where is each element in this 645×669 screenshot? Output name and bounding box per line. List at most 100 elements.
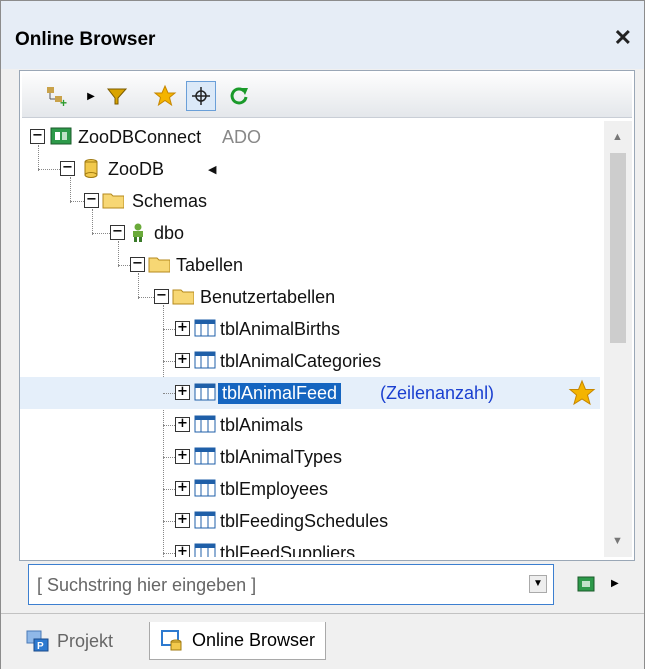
schemas-label: Schemas <box>132 191 208 211</box>
tree-connector <box>118 265 130 266</box>
collapse-icon[interactable]: − <box>84 193 99 208</box>
table-row[interactable]: + tblFeedSuppliers <box>20 537 600 557</box>
table-row[interactable]: + tblAnimalTypes <box>20 441 600 473</box>
filter-icon <box>106 88 128 105</box>
title-bar: Online Browser ✕ <box>1 1 644 69</box>
tree-connector <box>138 297 154 298</box>
tree-connector <box>163 329 175 330</box>
svg-text:P: P <box>37 641 44 652</box>
tree-row-user-tables[interactable]: − Benutzertabellen <box>20 281 600 313</box>
table-row[interactable]: + tblEmployees <box>20 473 600 505</box>
window-title: Online Browser <box>15 29 156 50</box>
table-row[interactable]: + tblFeedingSchedules <box>20 505 600 537</box>
folder-icon <box>102 193 124 209</box>
tree-row-connection[interactable]: − ZooDBConnect ADO <box>20 121 600 153</box>
tree-connector <box>38 169 60 170</box>
table-row[interactable]: + tblAnimals <box>20 409 600 441</box>
expand-icon[interactable]: + <box>175 353 190 368</box>
table-name: tblAnimalCategories <box>220 351 382 371</box>
tree-row-schemas[interactable]: − Schemas <box>20 185 600 217</box>
add-connection-button[interactable]: + <box>42 81 72 111</box>
table-name: tblEmployees <box>220 479 329 499</box>
row-count-link[interactable]: (Zeilenanzahl) <box>380 383 494 404</box>
table-icon <box>194 511 216 529</box>
search-input[interactable]: [ Suchstring hier eingeben ] ▼ <box>28 564 554 605</box>
expand-icon[interactable]: + <box>175 513 190 528</box>
tab-online-browser[interactable]: Online Browser <box>149 622 327 660</box>
browser-panel: + ▶ − ZooDBConnect ADO − ZooDB ◀ − Schem… <box>19 70 635 561</box>
project-icon: P <box>26 630 49 652</box>
collapse-icon[interactable]: − <box>110 225 125 240</box>
scroll-up-icon[interactable]: ▲ <box>612 131 623 143</box>
star-icon <box>153 84 177 107</box>
toolbar: + ▶ <box>22 73 632 118</box>
crosshair-icon <box>192 87 210 105</box>
table-name: tblAnimalBirths <box>220 319 341 339</box>
favorites-button[interactable] <box>150 81 180 111</box>
table-row[interactable]: + tblAnimalBirths <box>20 313 600 345</box>
table-name: tblAnimalFeed <box>218 383 342 404</box>
refresh-button[interactable] <box>224 81 254 111</box>
table-icon <box>194 479 216 497</box>
svg-text:+: + <box>60 96 67 107</box>
tree-connector <box>163 457 175 458</box>
tree-row-tables[interactable]: − Tabellen <box>20 249 600 281</box>
user-tables-label: Benutzertabellen <box>200 287 336 307</box>
collapse-icon[interactable]: − <box>154 289 169 304</box>
connection-type: ADO <box>222 127 262 147</box>
online-browser-icon <box>161 629 182 650</box>
filter-button[interactable] <box>102 81 132 111</box>
collapse-icon[interactable]: − <box>30 129 45 144</box>
tab-online-browser-label: Online Browser <box>192 630 316 650</box>
close-icon[interactable]: ✕ <box>614 25 632 51</box>
tree-connector <box>70 201 84 202</box>
table-icon <box>194 415 216 433</box>
table-name: tblAnimalTypes <box>220 447 343 467</box>
expand-icon[interactable]: + <box>175 481 190 496</box>
tree-row-database[interactable]: − ZooDB ◀ <box>20 153 600 185</box>
table-name: tblAnimals <box>220 415 304 435</box>
schema-user-icon <box>133 223 143 242</box>
table-icon <box>194 319 216 337</box>
tree-connector <box>163 521 175 522</box>
expand-icon[interactable]: + <box>175 449 190 464</box>
tables-label: Tabellen <box>176 255 244 275</box>
add-connection-icon: + <box>47 87 67 107</box>
search-dropdown-icon[interactable]: ▼ <box>529 575 547 593</box>
database-arrow-icon[interactable]: ◀ <box>208 163 216 176</box>
table-icon <box>194 351 216 369</box>
expand-icon[interactable]: + <box>175 385 190 400</box>
table-icon <box>194 543 216 557</box>
online-browser-window: Online Browser ✕ + ▶ − ZooDBConnect ADO … <box>0 0 645 669</box>
more-arrow-icon[interactable]: ▶ <box>611 578 619 589</box>
table-name: tblFeedSuppliers <box>220 543 356 557</box>
vertical-scrollbar[interactable]: ▲ ▼ <box>604 121 632 557</box>
expand-icon[interactable]: + <box>175 417 190 432</box>
folder-icon <box>148 257 170 273</box>
collapse-icon[interactable]: − <box>60 161 75 176</box>
tree-connector <box>92 233 110 234</box>
tree-connector <box>163 425 175 426</box>
tree-connector <box>163 361 175 362</box>
table-icon <box>194 383 216 401</box>
connection-name: ZooDBConnect <box>78 127 202 147</box>
folder-icon <box>172 289 194 305</box>
collapse-icon[interactable]: − <box>130 257 145 272</box>
tab-project[interactable]: P Projekt <box>15 622 123 660</box>
connection-icon <box>50 127 72 145</box>
locate-button[interactable] <box>186 81 216 111</box>
table-row[interactable]: + tblAnimalCategories <box>20 345 600 377</box>
table-icon <box>194 447 216 465</box>
expand-icon[interactable]: + <box>175 321 190 336</box>
connection-toggle-icon[interactable] <box>577 575 595 593</box>
favorite-star-icon[interactable] <box>568 379 596 407</box>
search-placeholder: [ Suchstring hier eingeben ] <box>37 575 257 595</box>
scroll-down-icon[interactable]: ▼ <box>612 535 623 547</box>
tab-project-label: Projekt <box>57 630 114 651</box>
schema-name: dbo <box>154 223 185 243</box>
table-row-selected[interactable]: + tblAnimalFeed (Zeilenanzahl) <box>20 377 600 409</box>
scroll-thumb[interactable] <box>610 153 626 343</box>
expand-icon[interactable]: + <box>175 545 190 557</box>
tree-row-dbo[interactable]: − dbo <box>20 217 600 249</box>
tree-connector <box>163 393 175 394</box>
